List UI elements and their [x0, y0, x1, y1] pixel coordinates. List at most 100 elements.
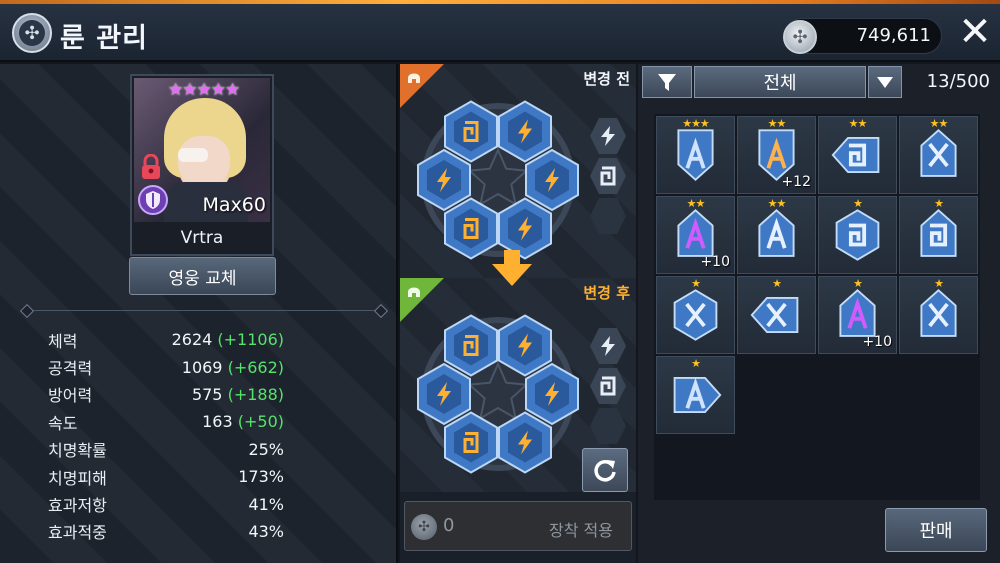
stat-row: 치명피해 173%	[48, 463, 284, 490]
reset-button[interactable]	[582, 448, 628, 492]
stat-row: 효과적중 43%	[48, 518, 284, 545]
stat-base: 2624	[171, 330, 213, 350]
hero-level: Max60	[202, 194, 266, 216]
rune-item[interactable]: ★	[737, 276, 816, 354]
stat-value: 41%	[158, 495, 284, 514]
sell-button[interactable]: 판매	[885, 508, 987, 552]
hero-portrait[interactable]: ★★★★★ Max60 Vrtra	[130, 74, 274, 256]
section-divider	[26, 310, 382, 311]
rune-item[interactable]: ★	[656, 276, 735, 354]
before-section: 변경 전	[400, 64, 636, 278]
after-label: 변경 후	[583, 284, 630, 302]
rune-stars: ★★	[929, 117, 949, 130]
stat-value: 575 (+188)	[158, 385, 284, 404]
currency-amount: 749,611	[856, 25, 931, 46]
rune-item[interactable]: ★★ +10	[656, 196, 735, 274]
empty-set-slot	[590, 198, 626, 234]
refresh-icon	[594, 460, 616, 482]
rune-item[interactable]: ★	[899, 276, 978, 354]
stat-row: 효과저항 41%	[48, 490, 284, 517]
hero-image: ★★★★★ Max60	[134, 78, 270, 222]
stat-label: 속도	[48, 413, 78, 433]
apply-label: 장착 적용	[549, 521, 613, 540]
rune-item[interactable]: ★★	[899, 116, 978, 194]
rune-stars: ★	[853, 277, 863, 290]
rune-item[interactable]: ★ +10	[818, 276, 897, 354]
silver-coin-icon: ✣	[783, 20, 817, 54]
rune-item[interactable]: ★	[656, 356, 735, 434]
set-bonus-before	[590, 118, 630, 238]
stat-base: 25%	[248, 439, 284, 459]
stat-base: 173%	[238, 467, 284, 487]
lock-icon[interactable]	[140, 154, 162, 180]
header: ✣ 룬 관리 ✣ 749,611 ✕	[0, 4, 1000, 62]
stat-row: 공격력 1069 (+662)	[48, 353, 284, 380]
stat-base: 41%	[248, 494, 284, 514]
chevron-down-icon	[877, 77, 893, 88]
spiral-icon	[590, 158, 626, 194]
compare-panel: 변경 전 변경 후 ✣ 0 장착 적용	[400, 64, 636, 563]
bolt-icon	[590, 328, 626, 364]
stat-value: 163 (+50)	[158, 412, 284, 431]
stat-label: 효과저항	[48, 496, 107, 516]
currency-display: ✣ 749,611	[783, 18, 942, 54]
helmet-icon	[408, 287, 420, 297]
set-bonus-after	[590, 328, 630, 448]
rune-inventory-grid: ★★★ ★★ +12 ★★ ★★ ★★ +10 ★★ ★ ★ ★ ★ ★ +10 ★ ★	[654, 114, 980, 500]
rune-enhance-level: +10	[862, 334, 892, 350]
helmet-icon	[408, 73, 420, 83]
stat-base: 1069	[181, 357, 223, 377]
stat-row: 방어력 575 (+188)	[48, 381, 284, 408]
rune-enhance-level: +10	[700, 254, 730, 270]
stat-value: 2624 (+1106)	[158, 330, 284, 349]
stat-bonus: (+1106)	[212, 330, 284, 350]
stat-label: 공격력	[48, 359, 93, 379]
spiral-icon	[590, 368, 626, 404]
rune-wheel-after	[417, 314, 579, 474]
stat-value: 43%	[158, 522, 284, 541]
empty-set-slot	[590, 408, 626, 444]
filter-button[interactable]	[642, 66, 692, 98]
hero-panel: ★★★★★ Max60 Vrtra 영웅 교체 체력 2624 (+1106) 공격…	[0, 64, 398, 563]
stat-base: 43%	[248, 521, 284, 541]
silver-coin-icon: ✣	[411, 514, 437, 540]
rune-stars: ★★	[686, 197, 706, 210]
stat-value: 1069 (+662)	[158, 358, 284, 377]
inventory-count: 13/500	[926, 71, 990, 92]
rune-menu-icon: ✣	[12, 13, 52, 53]
stat-label: 효과적중	[48, 523, 107, 543]
rune-item[interactable]: ★★	[818, 116, 897, 194]
category-select[interactable]: 전체	[694, 66, 866, 98]
bolt-icon	[590, 118, 626, 154]
rune-item[interactable]: ★★★	[656, 116, 735, 194]
rune-item[interactable]: ★	[818, 196, 897, 274]
stat-bonus: (+188)	[222, 384, 284, 404]
stat-label: 방어력	[48, 386, 93, 406]
apply-cost: 0	[443, 515, 455, 536]
rune-stars: ★	[853, 197, 863, 210]
rune-wheel-before	[417, 100, 579, 260]
rune-stars: ★★	[767, 197, 787, 210]
stat-row: 속도 163 (+50)	[48, 408, 284, 435]
arrow-down-icon	[492, 250, 532, 286]
stat-label: 치명피해	[48, 468, 107, 488]
rune-item[interactable]: ★	[899, 196, 978, 274]
swap-hero-button[interactable]: 영웅 교체	[129, 257, 276, 295]
stat-label: 체력	[48, 331, 78, 351]
stat-value: 25%	[158, 440, 284, 459]
stat-row: 치명확률 25%	[48, 436, 284, 463]
stat-base: 575	[191, 384, 223, 404]
rune-item[interactable]: ★★	[737, 196, 816, 274]
close-button[interactable]: ✕	[954, 10, 996, 54]
apply-equip-button[interactable]: ✣ 0 장착 적용	[404, 501, 632, 551]
hero-stars: ★★★★★	[168, 80, 240, 100]
shield-class-icon	[138, 185, 168, 215]
rune-stars: ★	[772, 277, 782, 290]
rune-stars: ★	[934, 277, 944, 290]
rune-stars: ★★	[848, 117, 868, 130]
rune-stars: ★	[691, 277, 701, 290]
rune-item[interactable]: ★★ +12	[737, 116, 816, 194]
dropdown-button[interactable]	[868, 66, 902, 98]
funnel-icon	[658, 74, 676, 91]
stat-bonus: (+50)	[232, 412, 284, 432]
